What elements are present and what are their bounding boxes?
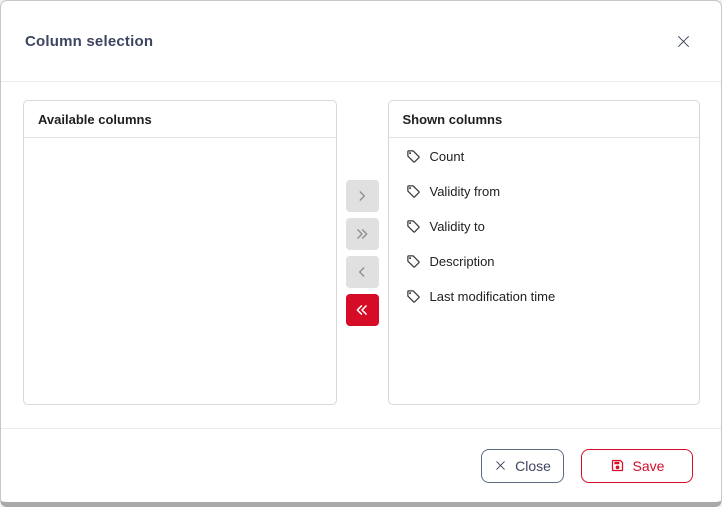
column-item[interactable]: Description xyxy=(389,244,700,279)
shown-columns-panel: Shown columns Count Validity xyxy=(388,100,701,405)
column-item-label: Description xyxy=(430,254,495,269)
tag-icon xyxy=(406,184,421,199)
move-all-left-button[interactable] xyxy=(346,294,379,326)
save-button[interactable]: Save xyxy=(581,449,693,483)
dialog-body: Available columns xyxy=(1,82,721,428)
move-all-right-button[interactable] xyxy=(346,218,379,250)
shown-columns-header: Shown columns xyxy=(389,101,700,138)
column-item[interactable]: Last modification time xyxy=(389,279,700,314)
available-columns-list xyxy=(24,138,336,404)
dialog-footer: Close Save xyxy=(1,428,721,502)
close-button-label: Close xyxy=(515,458,551,474)
close-icon[interactable] xyxy=(671,29,695,53)
chevron-left-icon xyxy=(355,265,369,279)
move-one-right-button[interactable] xyxy=(346,180,379,212)
column-item-label: Validity to xyxy=(430,219,485,234)
chevron-right-icon xyxy=(355,189,369,203)
save-button-label: Save xyxy=(633,458,665,474)
double-chevron-left-icon xyxy=(354,303,370,317)
column-item-label: Count xyxy=(430,149,465,164)
dialog-title: Column selection xyxy=(25,33,153,50)
column-selection-dialog: Column selection Available columns xyxy=(0,0,722,507)
double-chevron-right-icon xyxy=(354,227,370,241)
available-columns-header: Available columns xyxy=(24,101,336,138)
tag-icon xyxy=(406,149,421,164)
tag-icon xyxy=(406,254,421,269)
close-button[interactable]: Close xyxy=(481,449,564,483)
floppy-disk-icon xyxy=(610,458,625,473)
x-icon xyxy=(494,459,507,472)
column-item[interactable]: Validity to xyxy=(389,209,700,244)
column-item[interactable]: Validity from xyxy=(389,174,700,209)
column-item-label: Validity from xyxy=(430,184,501,199)
available-columns-panel: Available columns xyxy=(23,100,337,405)
tag-icon xyxy=(406,289,421,304)
move-one-left-button[interactable] xyxy=(346,256,379,288)
transfer-buttons xyxy=(337,100,388,405)
dialog-header: Column selection xyxy=(1,1,721,82)
tag-icon xyxy=(406,219,421,234)
column-item-label: Last modification time xyxy=(430,289,556,304)
column-item[interactable]: Count xyxy=(389,139,700,174)
shown-columns-list: Count Validity from Validity to xyxy=(389,138,700,404)
